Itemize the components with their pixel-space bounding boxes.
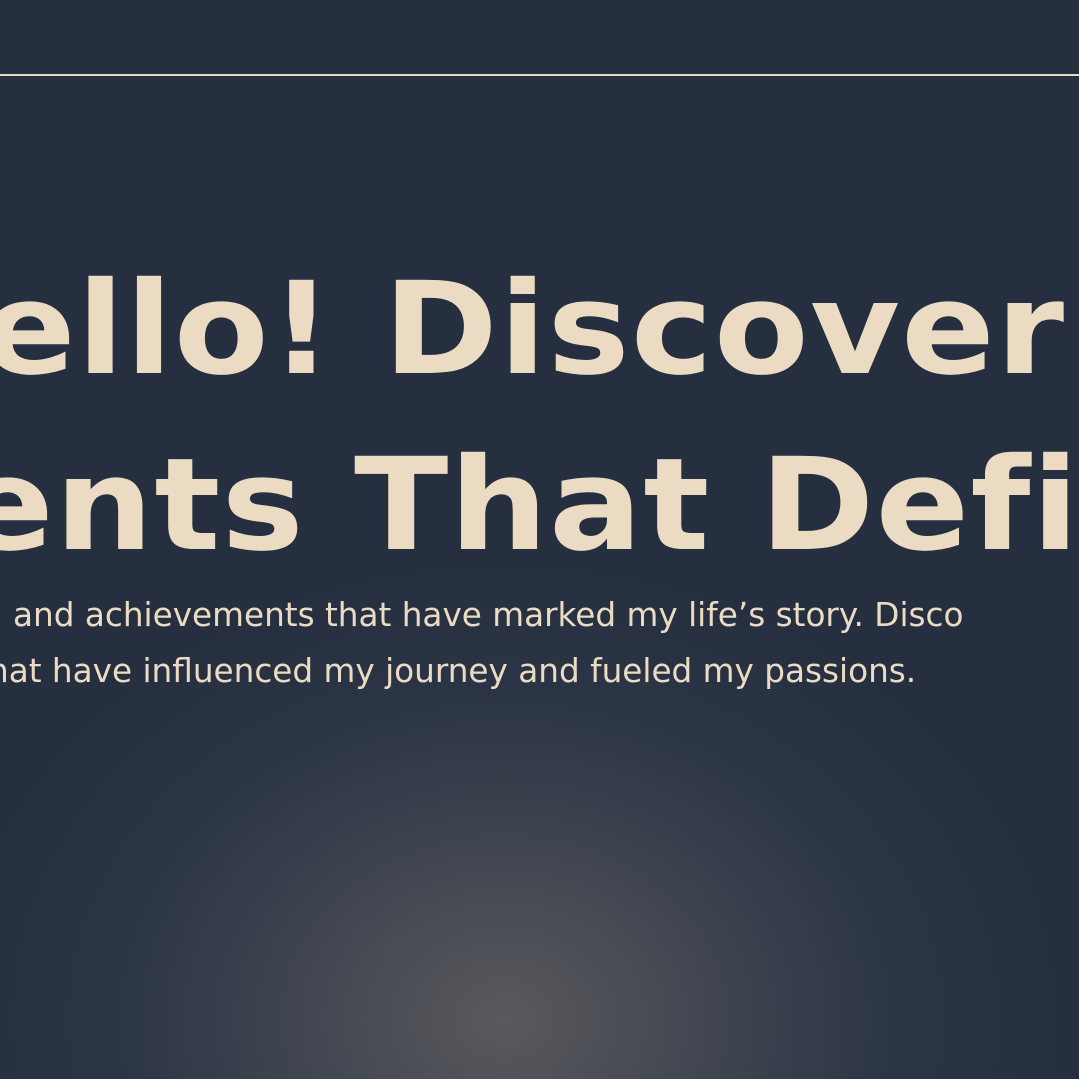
hero-headline-line-1: ello! Discover th bbox=[0, 255, 1079, 404]
hero-subtext-line-2: hat have influenced my journey and fuele… bbox=[0, 651, 917, 690]
hero-section: ello! Discover th ents That Defin and ac… bbox=[0, 0, 1079, 1079]
hero-headline-line-2: ents That Defin bbox=[0, 431, 1079, 580]
hero-subtext-line-1: and achievements that have marked my lif… bbox=[13, 595, 964, 634]
hero-headline: ello! Discover th ents That Defin bbox=[0, 0, 1079, 600]
hero-subtext: and achievements that have marked my lif… bbox=[0, 590, 1079, 700]
